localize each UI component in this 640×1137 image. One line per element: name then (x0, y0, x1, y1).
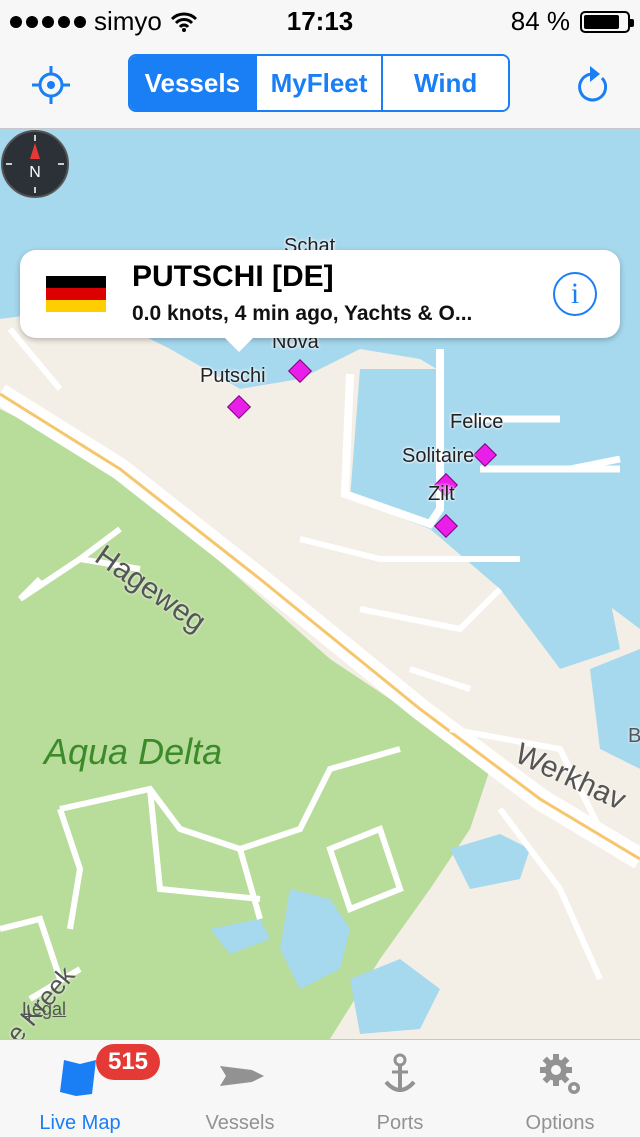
vessel-callout[interactable]: PUTSCHI [DE] 0.0 knots, 4 min ago, Yacht… (20, 250, 620, 352)
vessel-label-zilt: Zilt (428, 483, 455, 505)
battery-icon (580, 10, 634, 33)
germany-flag-icon (46, 276, 106, 312)
crosshair-icon[interactable] (30, 64, 72, 106)
tab-vessels[interactable]: Vessels (160, 1040, 320, 1137)
ship-icon (220, 1066, 264, 1086)
legal-link[interactable]: Legal (22, 999, 66, 1020)
info-button[interactable]: i (553, 272, 597, 316)
tab-options[interactable]: Options (480, 1040, 640, 1137)
tab-label: Vessels (205, 1112, 275, 1134)
segment-vessels[interactable]: Vessels (130, 56, 255, 110)
svg-text:N: N (29, 164, 41, 181)
tab-label: Live Map (39, 1112, 121, 1134)
tab-ports[interactable]: Ports (320, 1040, 480, 1137)
tab-label: Options (525, 1112, 595, 1134)
anchor-icon (384, 1053, 416, 1092)
gear-icon (540, 1054, 580, 1094)
vessel-name: PUTSCHI [DE] (132, 260, 334, 293)
tab-bar: 515 Live Map Vessels Ports Options (0, 1039, 640, 1137)
vessel-label-solitaire: Solitaire (402, 445, 475, 467)
refresh-icon[interactable] (572, 62, 612, 106)
live-map-badge: 515 (96, 1044, 160, 1080)
area-label: Aqua Delta (44, 731, 223, 772)
navigation-bar: Vessels MyFleet Wind (0, 40, 640, 129)
status-bar: simyo 17:13 84 % (0, 0, 640, 40)
edge-label: B (628, 725, 640, 747)
map-mode-segmented-control: Vessels MyFleet Wind (128, 54, 510, 112)
segment-wind[interactable]: Wind (381, 56, 508, 110)
battery-percent: 84 % (510, 6, 570, 36)
vessel-label-putschi: Putschi (200, 365, 266, 387)
vessel-label-felice: Felice (450, 411, 504, 433)
vessel-details: 0.0 knots, 4 min ago, Yachts & O... (132, 302, 473, 325)
tab-live-map[interactable]: 515 Live Map (0, 1040, 160, 1137)
compass-icon[interactable]: N (0, 129, 70, 199)
tab-label: Ports (376, 1112, 424, 1134)
segment-myfleet[interactable]: MyFleet (254, 56, 382, 110)
